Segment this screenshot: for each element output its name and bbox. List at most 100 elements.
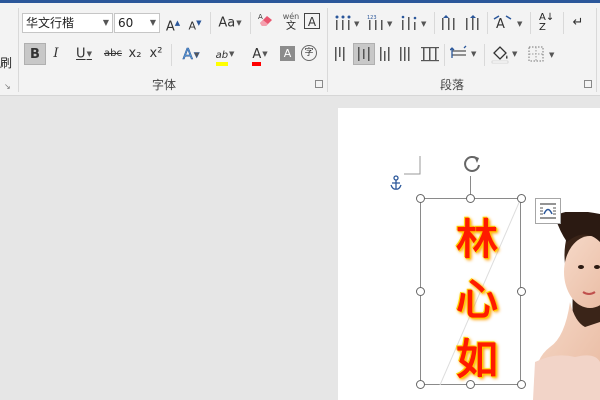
resize-handle-top-left[interactable] xyxy=(416,194,425,203)
highlight-label: ab xyxy=(215,49,229,66)
svg-text:▼: ▼ xyxy=(387,20,393,28)
vertical-text-char-2[interactable]: 心 xyxy=(452,266,502,327)
font-color-label: A xyxy=(252,47,262,66)
text-effects-button[interactable]: A▼ xyxy=(176,43,206,65)
line-spacing-button[interactable]: ▼ xyxy=(449,45,480,66)
borders-icon: ▼ xyxy=(528,46,555,62)
resize-handle-left[interactable] xyxy=(416,287,425,296)
resize-handle-bottom-right[interactable] xyxy=(517,380,526,389)
strikethrough-button[interactable]: abc xyxy=(102,43,124,65)
distributed-button[interactable] xyxy=(420,45,440,66)
chevron-down-icon[interactable]: ▼ xyxy=(150,14,156,32)
resize-handle-bottom[interactable] xyxy=(466,380,475,389)
phonetic-top: wén xyxy=(282,12,300,21)
bullets-icon: ▼ xyxy=(335,15,360,30)
decrease-indent-button[interactable] xyxy=(440,14,458,35)
show-formatting-marks-icon[interactable]: ↵ xyxy=(569,12,587,34)
vertical-text-char-1[interactable]: 林 xyxy=(452,206,502,267)
borders-button[interactable]: ▼ xyxy=(527,45,559,66)
shading-button[interactable]: ▼ xyxy=(490,44,520,67)
justify-icon xyxy=(400,47,410,61)
align-left-button[interactable] xyxy=(333,45,349,66)
svg-text:▼: ▼ xyxy=(549,51,555,59)
shrink-font-button[interactable]: A▼ xyxy=(186,12,204,34)
divider xyxy=(444,44,445,66)
paragraph-dialog-launcher-icon[interactable] xyxy=(584,80,592,88)
underline-button[interactable]: U▼ xyxy=(68,43,100,65)
svg-text:▼: ▼ xyxy=(517,20,523,28)
rotate-icon[interactable] xyxy=(461,153,483,175)
chevron-down-icon[interactable]: ▼ xyxy=(103,14,109,32)
phonetic-guide-button[interactable]: wén 文 xyxy=(281,12,301,34)
sort-button[interactable]: A↓ Z xyxy=(537,12,557,34)
layout-options-icon xyxy=(540,203,556,219)
grow-font-button[interactable]: A▲ xyxy=(164,12,182,34)
divider xyxy=(210,12,211,34)
bold-button[interactable]: B xyxy=(24,43,46,65)
resize-handle-top-right[interactable] xyxy=(517,194,526,203)
numbering-icon: 123 ▼ xyxy=(367,15,393,30)
bold-label: B xyxy=(30,47,40,62)
margin-corner-mark xyxy=(404,156,421,175)
text-effects-label: A xyxy=(182,45,193,64)
increase-indent-button[interactable] xyxy=(464,14,482,35)
svg-text:▼: ▼ xyxy=(471,50,477,58)
group-separator xyxy=(596,8,597,92)
enclose-characters-label: 字 xyxy=(304,48,314,58)
person-photo-image[interactable] xyxy=(515,212,600,400)
divider xyxy=(434,12,435,34)
decrease-indent-icon xyxy=(442,15,455,30)
justify-button[interactable] xyxy=(398,45,414,66)
ribbon-accent-line xyxy=(0,0,600,3)
clear-formatting-button[interactable]: A xyxy=(256,12,278,34)
align-center-button[interactable] xyxy=(353,43,375,65)
svg-text:▼: ▼ xyxy=(512,50,518,58)
character-shading-button[interactable]: A xyxy=(280,46,295,61)
group-separator xyxy=(18,8,19,92)
underline-label: U xyxy=(76,46,86,62)
increase-indent-icon xyxy=(466,15,479,30)
subscript-button[interactable]: x₂ xyxy=(126,43,144,65)
align-center-icon xyxy=(358,47,370,61)
format-painter-label[interactable]: 刷 xyxy=(0,54,12,71)
font-size-combo[interactable]: 60 ▼ xyxy=(114,13,160,33)
change-case-button[interactable]: Aa▼ xyxy=(214,12,246,34)
multilevel-list-button[interactable]: ▼ xyxy=(400,14,430,35)
enclose-characters-button[interactable]: 字 xyxy=(301,45,317,61)
align-right-button[interactable] xyxy=(378,45,394,66)
resize-handle-top[interactable] xyxy=(466,194,475,203)
chevron-down-icon: ▼ xyxy=(229,50,235,58)
line-spacing-icon: ▼ xyxy=(449,45,477,58)
font-dialog-launcher-icon[interactable] xyxy=(315,80,323,88)
anchor-icon[interactable] xyxy=(389,175,403,191)
chevron-down-icon: ▼ xyxy=(236,19,242,27)
align-left-icon xyxy=(335,47,345,61)
font-color-button[interactable]: A▼ xyxy=(244,43,276,66)
vertical-text-char-3[interactable]: 如 xyxy=(452,326,502,385)
chevron-down-icon: ▼ xyxy=(262,50,268,58)
svg-text:A: A xyxy=(258,13,263,21)
divider xyxy=(530,12,531,34)
character-shading-label: A xyxy=(283,47,292,60)
font-group-label: 字体 xyxy=(152,78,177,92)
resize-handle-right[interactable] xyxy=(517,287,526,296)
italic-button[interactable]: I xyxy=(48,43,64,65)
font-name-combo[interactable]: 华文行楷 ▼ xyxy=(22,13,113,33)
multilevel-list-icon: ▼ xyxy=(401,15,427,30)
rotation-handle-line xyxy=(470,176,471,194)
resize-handle-bottom-left[interactable] xyxy=(416,380,425,389)
clipboard-launcher-icon[interactable]: ↘ xyxy=(4,82,11,91)
text-direction-button[interactable]: A ▼ xyxy=(493,13,527,36)
divider xyxy=(250,12,251,34)
layout-options-button[interactable] xyxy=(535,198,561,224)
superscript-button[interactable]: x² xyxy=(147,43,165,65)
change-case-label: Aa xyxy=(218,15,236,31)
distributed-icon xyxy=(421,47,439,62)
character-border-button[interactable]: A xyxy=(304,13,320,29)
numbering-button[interactable]: 123 ▼ xyxy=(367,14,395,35)
highlight-button[interactable]: ab▼ xyxy=(209,43,241,66)
paragraph-group-label: 段落 xyxy=(440,78,465,92)
divider xyxy=(487,12,488,34)
bullets-button[interactable]: ▼ xyxy=(334,14,362,35)
shrink-font-label: A xyxy=(188,19,197,33)
